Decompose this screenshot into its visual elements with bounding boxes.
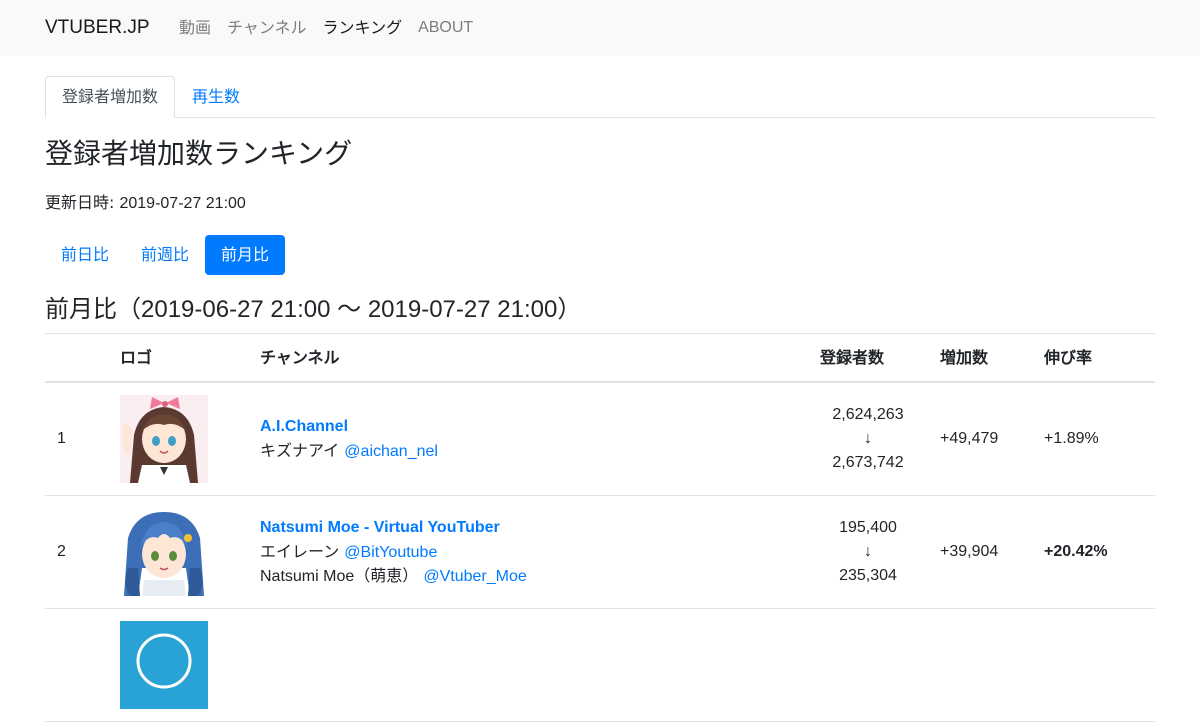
nav-link-about[interactable]: ABOUT xyxy=(418,17,473,39)
tab-views[interactable]: 再生数 xyxy=(176,76,256,118)
section-title: 前月比（2019-06-27 21:00 ～ 2019-07-27 21:00） xyxy=(45,294,581,325)
subs-after: 2,673,742 xyxy=(832,454,904,471)
nav-link-videos[interactable]: 動画 xyxy=(179,17,211,39)
header-growth: 伸び率 xyxy=(1044,348,1093,367)
section-suffix: ） xyxy=(557,295,582,323)
growth-rate: +1.89% xyxy=(1044,430,1099,447)
table-row xyxy=(45,609,1155,722)
section-prefix: 前月比（ xyxy=(45,295,141,323)
table-row: 1 A.I.Channel キズナアイ @aichan_nel 2,624,26… xyxy=(45,383,1155,496)
pill-monthly[interactable]: 前月比 xyxy=(205,235,286,275)
channel-name-link[interactable]: A.I.Channel xyxy=(260,415,348,439)
growth-rate: +20.42% xyxy=(1044,543,1108,560)
updated-at: 更新日時: 2019-07-27 21:00 xyxy=(45,193,246,214)
owner-name: キズナアイ xyxy=(260,441,340,460)
channel-name-link[interactable]: Natsumi Moe - Virtual YouTuber xyxy=(260,516,500,540)
tab-subscriber-increase[interactable]: 登録者増加数 xyxy=(45,76,176,118)
owner-name: Natsumi Moe（萌恵） xyxy=(260,568,419,585)
nav-links: 動画 チャンネル ランキング ABOUT xyxy=(179,17,489,39)
channel-avatar-partial-icon[interactable] xyxy=(120,621,208,709)
updated-value: 2019-07-27 21:00 xyxy=(119,195,246,212)
header-increase: 増加数 xyxy=(940,348,989,367)
pill-weekly[interactable]: 前週比 xyxy=(125,235,205,275)
table-row: 2 Natsumi Moe - Virtual YouTuber エイレーン @… xyxy=(45,496,1155,609)
channel-owner: キズナアイ @aichan_nel xyxy=(260,439,438,464)
ranking-table: ロゴ チャンネル 登録者数 増加数 伸び率 1 A.I.Channel キズナア… xyxy=(45,333,1155,722)
section-range: 2019-06-27 21:00 ～ 2019-07-27 21:00 xyxy=(141,296,558,323)
page-title: 登録者増加数ランキング xyxy=(45,137,353,170)
channel-owner: Natsumi Moe（萌恵） @Vtuber_Moe xyxy=(260,564,527,589)
rank: 1 xyxy=(57,430,66,447)
table-header: ロゴ チャンネル 登録者数 増加数 伸び率 xyxy=(45,333,1155,383)
brand-logo[interactable]: VTUBER.JP xyxy=(45,16,150,40)
nav-link-channels[interactable]: チャンネル xyxy=(227,17,307,39)
header-logo: ロゴ xyxy=(120,348,153,367)
ranking-tabs: 登録者増加数 再生数 xyxy=(45,76,1155,118)
updated-label: 更新日時: xyxy=(45,193,120,212)
channel-owner: エイレーン @BitYoutube xyxy=(260,540,437,565)
owner-name: エイレーン xyxy=(260,542,340,561)
header-channel: チャンネル xyxy=(260,348,340,367)
subs-before: 195,400 xyxy=(839,519,897,536)
kizuna-ai-avatar-icon[interactable] xyxy=(120,395,208,483)
owner-handle-link[interactable]: @Vtuber_Moe xyxy=(423,568,526,585)
nav-link-ranking[interactable]: ランキング xyxy=(323,17,403,39)
down-arrow-icon: ↓ xyxy=(864,430,872,447)
owner-handle-link[interactable]: @aichan_nel xyxy=(344,443,438,460)
owner-handle-link[interactable]: @BitYoutube xyxy=(344,544,437,561)
subs-before: 2,624,263 xyxy=(832,406,904,423)
natsumi-moe-avatar-icon[interactable] xyxy=(120,508,208,596)
subs-after: 235,304 xyxy=(839,567,897,584)
down-arrow-icon: ↓ xyxy=(864,543,872,560)
pill-daily[interactable]: 前日比 xyxy=(45,235,125,275)
increase-value: +39,904 xyxy=(940,543,999,560)
navbar: VTUBER.JP 動画 チャンネル ランキング ABOUT xyxy=(0,0,1200,56)
increase-value: +49,479 xyxy=(940,430,999,447)
header-subscribers: 登録者数 xyxy=(820,348,885,367)
rank: 2 xyxy=(57,543,66,560)
